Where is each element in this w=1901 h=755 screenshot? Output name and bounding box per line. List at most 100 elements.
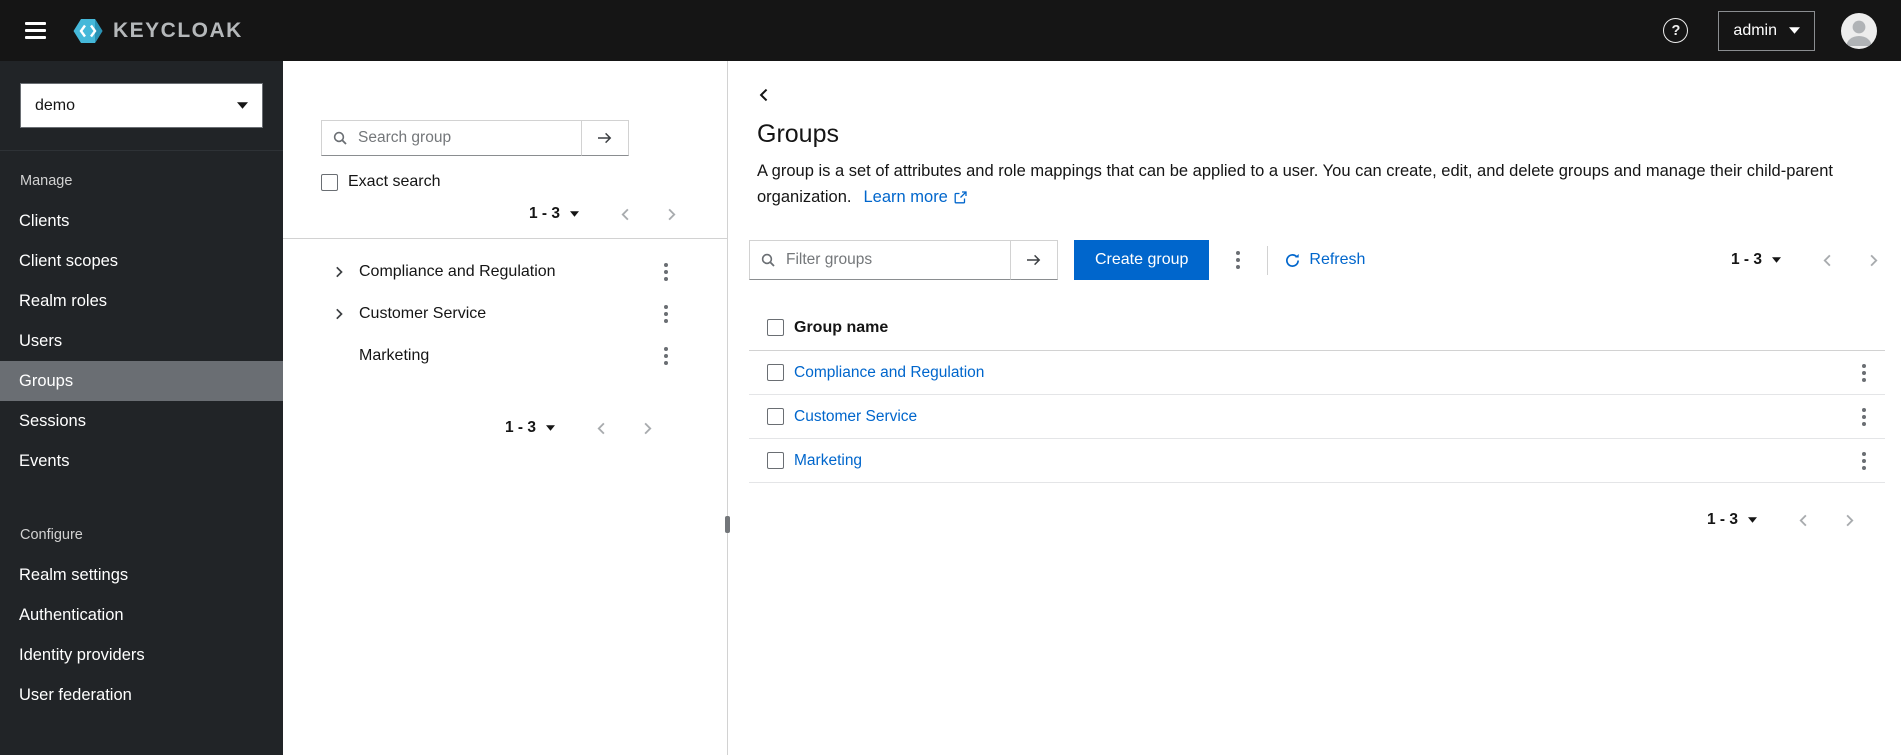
- caret-down-icon: [1772, 257, 1781, 263]
- avatar[interactable]: [1841, 12, 1877, 49]
- sidebar-nav: demo Manage Clients Client scopes Realm …: [0, 61, 283, 755]
- panel-resize-grip[interactable]: [725, 516, 730, 533]
- masthead: KEYCLOAK ? admin: [0, 0, 1901, 61]
- sidebar-item-groups[interactable]: Groups: [0, 361, 283, 401]
- pagination-prev-button[interactable]: [1791, 514, 1815, 527]
- angle-left-icon: [1797, 514, 1810, 527]
- tree-item-kebab-menu[interactable]: [651, 297, 681, 331]
- angle-left-icon: [757, 88, 771, 102]
- learn-more-link[interactable]: Learn more: [863, 185, 966, 211]
- nav-section-configure: Configure: [20, 527, 83, 543]
- sidebar-item-clients[interactable]: Clients: [0, 201, 283, 241]
- keycloak-logo-icon: [73, 18, 103, 43]
- pagination-next-button[interactable]: [1861, 254, 1885, 267]
- row-kebab-menu[interactable]: [1849, 444, 1879, 478]
- tree-item-label[interactable]: Customer Service: [359, 305, 486, 323]
- configure-nav-list: Realm settings Authentication Identity p…: [0, 555, 283, 715]
- angle-left-icon: [595, 422, 608, 435]
- pagination-prev-button[interactable]: [1815, 254, 1839, 267]
- sidebar-item-client-scopes[interactable]: Client scopes: [0, 241, 283, 281]
- refresh-icon: [1285, 253, 1300, 268]
- pagination-prev-button[interactable]: [589, 422, 613, 435]
- sidebar-item-user-federation[interactable]: User federation: [0, 675, 283, 715]
- row-checkbox[interactable]: [767, 408, 784, 426]
- row-checkbox[interactable]: [767, 452, 784, 470]
- panel-resize-handle[interactable]: [725, 61, 730, 755]
- arrow-right-icon: [1026, 254, 1042, 266]
- table-row: Compliance and Regulation: [749, 351, 1885, 396]
- groups-main-section: Groups A group is a set of attributes an…: [728, 61, 1901, 755]
- group-name-link[interactable]: Compliance and Regulation: [794, 364, 984, 382]
- filter-groups-input[interactable]: [749, 240, 1011, 281]
- back-chevron-button[interactable]: [757, 88, 771, 102]
- realm-selector[interactable]: demo: [20, 83, 263, 128]
- table-pagination-top: 1 - 3: [1731, 251, 1885, 269]
- sidebar-item-sessions[interactable]: Sessions: [0, 401, 283, 441]
- refresh-button[interactable]: Refresh: [1285, 251, 1365, 269]
- tree-divider: [283, 238, 727, 239]
- column-header-group-name: Group name: [794, 318, 889, 336]
- search-group-submit-button[interactable]: [582, 120, 629, 156]
- table-row: Customer Service: [749, 395, 1885, 440]
- tree-item-label[interactable]: Marketing: [359, 347, 429, 365]
- search-group-input[interactable]: [321, 120, 582, 156]
- masthead-actions: ? admin: [1663, 10, 1877, 51]
- sidebar-item-users[interactable]: Users: [0, 321, 283, 361]
- nav-section-manage: Manage: [20, 173, 73, 189]
- toolbar-kebab-menu[interactable]: [1223, 243, 1253, 277]
- tree-item-label[interactable]: Compliance and Regulation: [359, 263, 556, 281]
- expand-chevron-icon[interactable]: [333, 308, 359, 320]
- pagination-next-button[interactable]: [659, 208, 683, 221]
- table-header-row: Group name: [749, 305, 1885, 352]
- tree-pagination-top: 1 - 3: [321, 205, 683, 223]
- arrow-right-icon: [597, 132, 613, 144]
- create-group-button[interactable]: Create group: [1074, 240, 1210, 281]
- sidebar-item-identity-providers[interactable]: Identity providers: [0, 635, 283, 675]
- sidebar-item-realm-settings[interactable]: Realm settings: [0, 555, 283, 595]
- help-icon[interactable]: ?: [1663, 18, 1689, 43]
- row-kebab-menu[interactable]: [1849, 356, 1879, 390]
- table-pagination-bottom: 1 - 3: [728, 511, 1885, 529]
- caret-down-icon: [546, 425, 555, 431]
- caret-down-icon: [570, 211, 579, 217]
- keycloak-admin-console: KEYCLOAK ? admin demo Manage Clients Cli…: [0, 0, 1901, 755]
- username: admin: [1733, 21, 1777, 39]
- group-name-link[interactable]: Customer Service: [794, 408, 917, 426]
- pagination-prev-button[interactable]: [613, 208, 637, 221]
- sidebar-item-realm-roles[interactable]: Realm roles: [0, 281, 283, 321]
- pagination-options-toggle[interactable]: 1 - 3: [529, 205, 579, 223]
- page-description: A group is a set of attributes and role …: [757, 159, 1869, 210]
- manage-nav-list: Clients Client scopes Realm roles Users …: [0, 201, 283, 481]
- tree-item: Customer Service: [283, 293, 727, 335]
- tree-item-kebab-menu[interactable]: [651, 255, 681, 289]
- tree-item-kebab-menu[interactable]: [651, 339, 681, 373]
- groups-table: Group name Compliance and Regulation Cus…: [749, 305, 1885, 484]
- table-row: Marketing: [749, 439, 1885, 484]
- exact-search-checkbox[interactable]: [321, 173, 338, 191]
- pagination-options-toggle[interactable]: 1 - 3: [1707, 511, 1757, 529]
- filter-groups-submit-button[interactable]: [1011, 240, 1058, 281]
- sidebar-item-authentication[interactable]: Authentication: [0, 595, 283, 635]
- realm-selector-value: demo: [35, 96, 76, 114]
- angle-right-icon: [665, 208, 678, 221]
- search-icon: [333, 131, 347, 145]
- chevron-down-icon: [237, 102, 248, 109]
- angle-left-icon: [619, 208, 632, 221]
- pagination-next-button[interactable]: [635, 422, 659, 435]
- realm-selector-wrap: demo: [0, 61, 283, 151]
- hamburger-menu-icon[interactable]: [12, 8, 58, 54]
- row-kebab-menu[interactable]: [1849, 400, 1879, 434]
- pagination-range: 1 - 3: [1730, 251, 1762, 269]
- keycloak-logo[interactable]: KEYCLOAK: [72, 15, 243, 47]
- select-all-checkbox[interactable]: [767, 319, 784, 337]
- group-name-link[interactable]: Marketing: [794, 452, 862, 470]
- pagination-next-button[interactable]: [1837, 514, 1861, 527]
- row-checkbox[interactable]: [767, 364, 784, 382]
- pagination-options-toggle[interactable]: 1 - 3: [1731, 251, 1781, 269]
- user-menu-dropdown[interactable]: admin: [1718, 10, 1815, 51]
- pagination-options-toggle[interactable]: 1 - 3: [505, 419, 555, 437]
- sidebar-item-events[interactable]: Events: [0, 441, 283, 481]
- pagination-range: 1 - 3: [528, 205, 560, 222]
- expand-chevron-icon[interactable]: [333, 266, 359, 278]
- caret-down-icon: [1748, 517, 1757, 523]
